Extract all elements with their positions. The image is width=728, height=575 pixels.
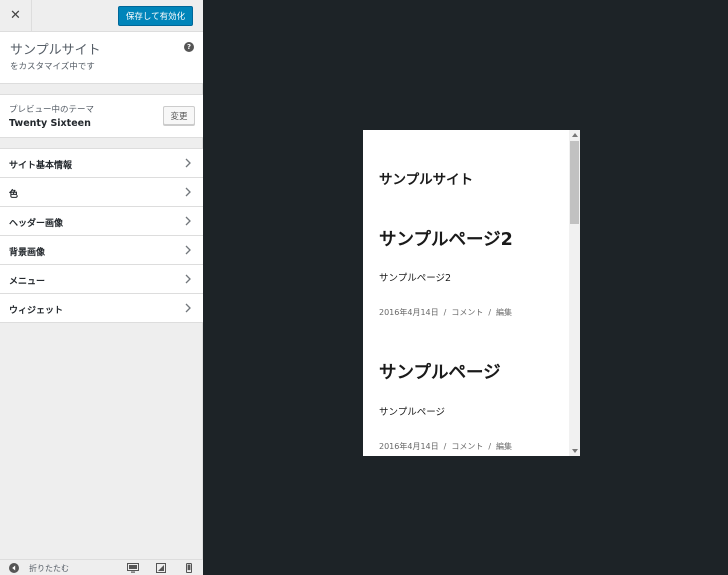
- preview-scrollbar[interactable]: [569, 130, 580, 456]
- post-title[interactable]: サンプルページ2: [379, 226, 513, 251]
- tablet-icon[interactable]: [155, 563, 167, 573]
- post-title[interactable]: サンプルページ: [379, 359, 501, 384]
- close-icon: ✕: [10, 8, 21, 23]
- preview-site-title[interactable]: サンプルサイト: [379, 168, 473, 188]
- theme-caption: プレビュー中のテーマ: [9, 105, 95, 115]
- menu-item-label: 背景画像: [9, 248, 46, 258]
- post-meta: 2016年4月14日 / コメント / 編集: [379, 307, 513, 318]
- collapse-arrow-icon[interactable]: [9, 563, 19, 573]
- menu-item-label: メニュー: [9, 277, 46, 287]
- menu-item-header-image[interactable]: ヘッダー画像: [0, 207, 203, 236]
- post-date[interactable]: 2016年4月14日: [379, 441, 439, 452]
- post-edit-link[interactable]: 編集: [496, 307, 512, 318]
- chevron-right-icon: [185, 187, 191, 197]
- menu-item-label: サイト基本情報: [9, 161, 73, 171]
- mobile-icon[interactable]: [183, 563, 195, 573]
- post-comment-link[interactable]: コメント: [451, 441, 483, 452]
- change-theme-button[interactable]: 変更: [163, 106, 195, 125]
- menu-item-label: ウィジェット: [9, 306, 64, 316]
- collapse-label[interactable]: 折りたたむ: [29, 563, 69, 574]
- menu-item-label: 色: [9, 190, 19, 200]
- customizer-menu: サイト基本情報 色 ヘッダー画像 背景画像 メニュー ウィジェット: [0, 148, 203, 323]
- menu-item-label: ヘッダー画像: [9, 219, 64, 229]
- customizer-header: ✕ 保存して有効化: [0, 0, 203, 32]
- close-button[interactable]: ✕: [0, 0, 32, 31]
- post-edit-link[interactable]: 編集: [496, 441, 512, 452]
- site-preview[interactable]: サンプルサイト サンプルページ2 サンプルページ2 2016年4月14日 / コメン…: [363, 130, 580, 456]
- chevron-right-icon: [185, 245, 191, 255]
- chevron-right-icon: [185, 158, 191, 168]
- post-excerpt: サンプルページ: [379, 407, 446, 418]
- menu-item-background-image[interactable]: 背景画像: [0, 236, 203, 265]
- menu-item-widgets[interactable]: ウィジェット: [0, 294, 203, 323]
- theme-section: プレビュー中のテーマ Twenty Sixteen 変更: [0, 94, 203, 138]
- menu-item-site-identity[interactable]: サイト基本情報: [0, 149, 203, 178]
- site-info-section: サンプルサイト をカスタマイズ中です ?: [0, 32, 203, 84]
- scroll-up-arrow-icon[interactable]: [569, 130, 580, 140]
- chevron-right-icon: [185, 274, 191, 284]
- scroll-down-arrow-icon[interactable]: [569, 446, 580, 456]
- help-icon[interactable]: ?: [184, 42, 194, 52]
- chevron-right-icon: [185, 303, 191, 313]
- post-comment-link[interactable]: コメント: [451, 307, 483, 318]
- chevron-right-icon: [185, 216, 191, 226]
- post-excerpt: サンプルページ2: [379, 273, 452, 284]
- save-and-activate-button[interactable]: 保存して有効化: [118, 6, 193, 26]
- scroll-thumb[interactable]: [570, 141, 579, 224]
- desktop-icon[interactable]: [127, 563, 139, 573]
- menu-item-menus[interactable]: メニュー: [0, 265, 203, 294]
- site-title: サンプルサイト: [10, 43, 101, 58]
- customizer-footer: 折りたたむ: [0, 559, 203, 575]
- theme-name: Twenty Sixteen: [9, 118, 91, 129]
- post-date[interactable]: 2016年4月14日: [379, 307, 439, 318]
- customizing-text: をカスタマイズ中です: [10, 62, 95, 72]
- menu-item-colors[interactable]: 色: [0, 178, 203, 207]
- post-meta: 2016年4月14日 / コメント / 編集: [379, 441, 513, 452]
- customizer-panel: ✕ 保存して有効化 サンプルサイト をカスタマイズ中です ? プレビュー中のテー…: [0, 0, 203, 575]
